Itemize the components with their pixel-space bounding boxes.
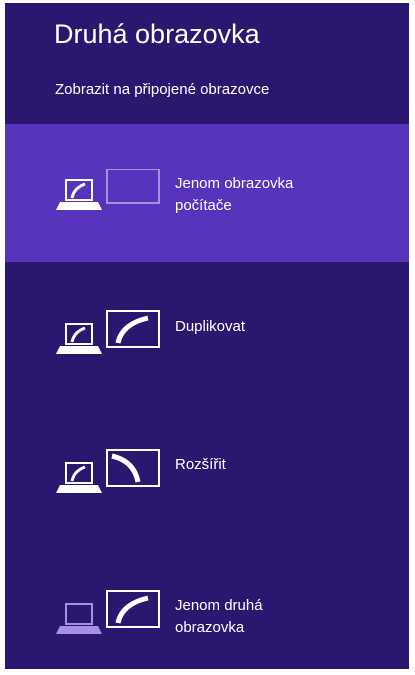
option-pc-screen-only[interactable]: Jenom obrazovka počítače bbox=[5, 124, 409, 262]
option-label: Jenom obrazovka počítače bbox=[175, 173, 375, 217]
option-label-line1: Jenom obrazovka bbox=[175, 175, 294, 192]
option-second-screen-only[interactable]: Jenom druhá obrazovka bbox=[5, 556, 409, 669]
option-label-line2: počítače bbox=[175, 197, 232, 214]
option-duplicate[interactable]: Duplikovat bbox=[5, 278, 409, 416]
panel-title: Druhá obrazovka bbox=[54, 19, 260, 49]
pc-screen-only-icon bbox=[56, 169, 160, 210]
option-label: Jenom druhá obrazovka bbox=[175, 595, 375, 639]
option-label-line1: Rozšířit bbox=[175, 456, 226, 473]
duplicate-icon bbox=[56, 310, 160, 354]
option-label-line1: Duplikovat bbox=[175, 318, 246, 335]
option-label-line1: Jenom druhá bbox=[175, 597, 263, 614]
panel-subtitle: Zobrazit na připojené obrazovce bbox=[55, 81, 270, 98]
option-extend[interactable]: Rozšířit bbox=[5, 418, 409, 556]
second-screen-only-icon bbox=[56, 590, 160, 634]
option-label: Duplikovat bbox=[175, 316, 375, 338]
second-screen-panel: Druhá obrazovka Zobrazit na připojené ob… bbox=[5, 3, 409, 669]
option-label-line2: obrazovka bbox=[175, 619, 245, 636]
extend-icon bbox=[56, 449, 160, 493]
option-label: Rozšířit bbox=[175, 454, 375, 476]
